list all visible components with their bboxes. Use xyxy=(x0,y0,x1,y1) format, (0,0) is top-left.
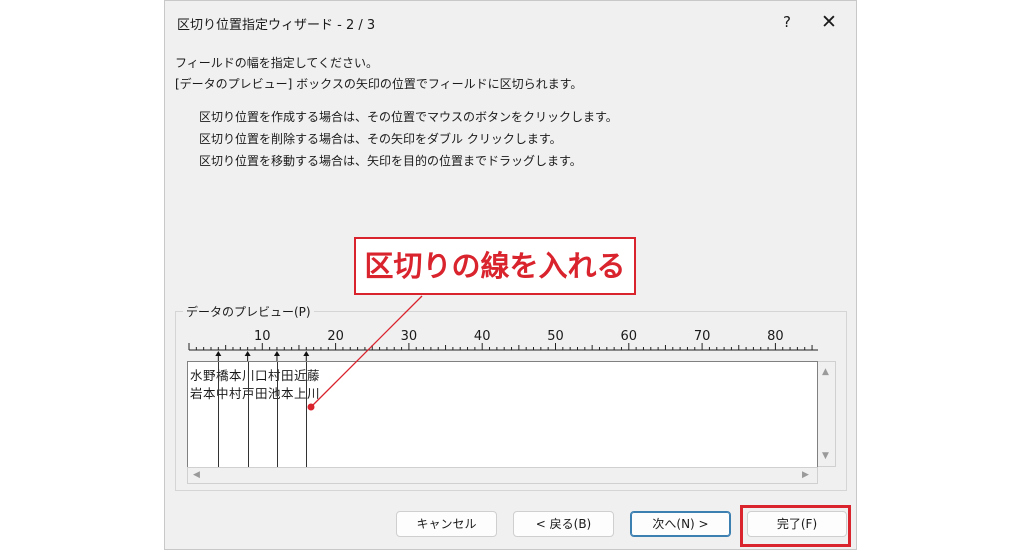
column-break-line[interactable] xyxy=(306,362,308,483)
cancel-button[interactable]: キャンセル xyxy=(396,511,497,537)
column-ruler[interactable]: 10 20 30 40 50 60 70 80 xyxy=(165,1,858,361)
next-button[interactable]: 次へ(N) > xyxy=(630,511,731,537)
annotation-callout: 区切りの線を入れる xyxy=(354,237,636,295)
back-button[interactable]: < 戻る(B) xyxy=(513,511,614,537)
column-break-line[interactable] xyxy=(247,362,249,483)
horizontal-scrollbar[interactable]: ◀ ▶ xyxy=(187,467,818,484)
ruler-tick-label: 40 xyxy=(474,329,491,344)
ruler-tick-label: 60 xyxy=(621,329,638,344)
scroll-up-icon[interactable]: ▲ xyxy=(822,368,829,377)
column-break-line[interactable] xyxy=(276,362,278,483)
ruler-tick-label: 80 xyxy=(767,329,784,344)
scroll-down-icon[interactable]: ▼ xyxy=(822,452,829,461)
data-preview-box[interactable]: 水野橋本川口村田近藤 岩本中村戸田池本上川 xyxy=(187,361,818,484)
ruler-tick-label: 30 xyxy=(401,329,418,344)
ruler-tick-label: 70 xyxy=(694,329,711,344)
scroll-left-icon[interactable]: ◀ xyxy=(193,471,200,480)
ruler-tick-label: 10 xyxy=(254,329,271,344)
scroll-right-icon[interactable]: ▶ xyxy=(802,471,809,480)
finish-button-highlight xyxy=(740,505,851,547)
ruler-tick-label: 50 xyxy=(547,329,564,344)
preview-row-2: 岩本中村戸田池本上川 xyxy=(190,386,321,401)
ruler-tick-label: 20 xyxy=(327,329,344,344)
column-break-line[interactable] xyxy=(218,362,220,483)
vertical-scrollbar[interactable]: ▲ ▼ xyxy=(818,361,836,467)
preview-row-1: 水野橋本川口村田近藤 xyxy=(190,368,321,383)
